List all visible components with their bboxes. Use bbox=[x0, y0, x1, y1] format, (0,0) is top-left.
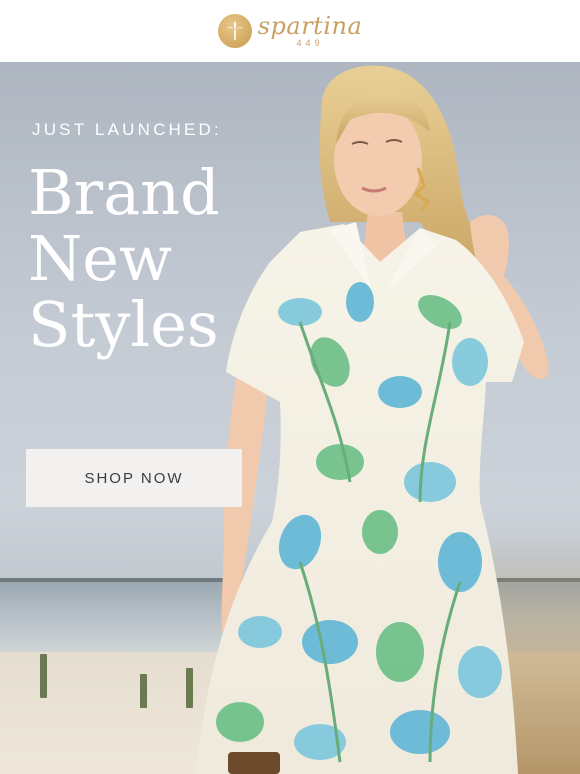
shop-now-button[interactable]: SHOP NOW bbox=[26, 449, 242, 507]
tagline: JUST LAUNCHED: bbox=[32, 120, 222, 139]
headline-line: Brand bbox=[28, 156, 220, 229]
brand-name: spartina bbox=[257, 12, 363, 40]
brand-logo[interactable]: spartina 449 bbox=[217, 12, 363, 48]
hero-banner[interactable]: JUST LAUNCHED: Brand New Styles SHOP NOW bbox=[0, 62, 580, 774]
headline: Brand New Styles bbox=[28, 160, 288, 358]
headline-line: Styles bbox=[28, 288, 219, 361]
email-header: spartina 449 bbox=[0, 0, 580, 62]
palm-emblem-icon bbox=[217, 14, 252, 48]
brand-number: 449 bbox=[296, 38, 324, 48]
headline-line: New bbox=[28, 222, 173, 295]
